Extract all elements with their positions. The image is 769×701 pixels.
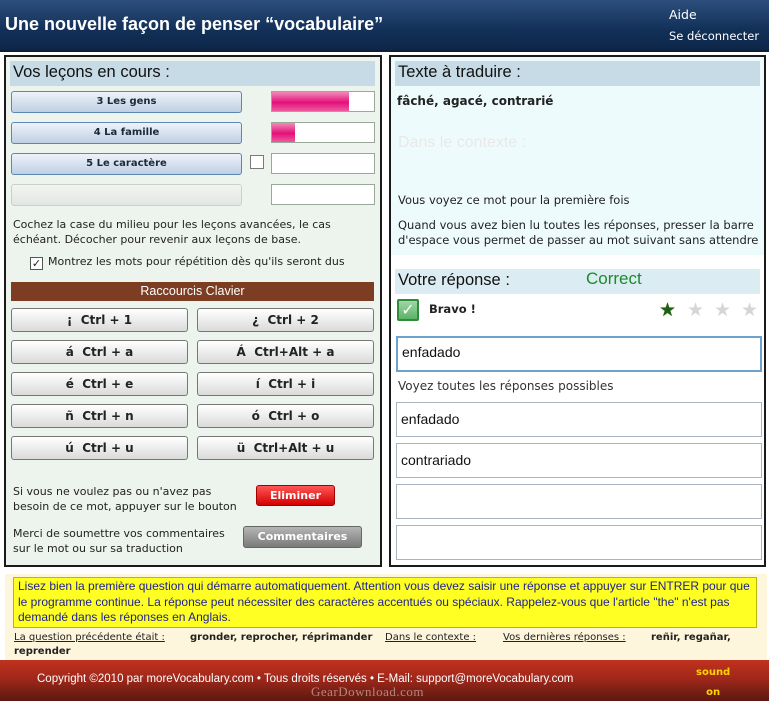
lesson-progress-4 (271, 184, 375, 205)
shortcut-u-diaeresis[interactable]: ü Ctrl+Alt + u (197, 436, 374, 460)
shortcut-i-acute[interactable]: í Ctrl + i (197, 372, 374, 396)
previous-question-value: gronder, reprocher, réprimander (190, 632, 373, 643)
lesson-button-3[interactable]: 5 Le caractère (11, 153, 242, 175)
repeat-option-label: Montrez les mots pour répétition dès qu'… (48, 255, 345, 268)
shortcuts-title: Raccourcis Clavier (11, 282, 374, 301)
shortcut-e-acute[interactable]: é Ctrl + e (11, 372, 188, 396)
recent-answers-value-cont: reprender (14, 646, 71, 657)
instructions-area: Lisez bien la première question qui déma… (5, 574, 767, 660)
see-all-answers-link[interactable]: Voyez toutes les réponses possibles (398, 379, 614, 393)
spacebar-instruction: Quand vous avez bien lu toutes les répon… (398, 218, 759, 247)
star-empty-icon[interactable]: ★ (741, 299, 758, 321)
progress-fill (272, 92, 349, 111)
lessons-panel: Vos leçons en cours : 3 Les gens 4 La fa… (4, 55, 382, 567)
feedback-text: Bravo ! (429, 302, 476, 316)
first-time-notice: Vous voyez ce mot pour la première fois (398, 193, 630, 207)
lessons-heading: Vos leçons en cours : (10, 61, 375, 86)
shortcut-inverted-exclamation[interactable]: ¡ Ctrl + 1 (11, 308, 188, 332)
word-to-translate: fâché, agacé, contrarié (397, 94, 554, 108)
star-empty-icon[interactable]: ★ (714, 299, 731, 321)
previous-question-label: La question précédente était : (14, 632, 165, 643)
footer: Copyright ©2010 par moreVocabulary.com •… (0, 660, 769, 701)
shortcut-u-acute[interactable]: ú Ctrl + u (11, 436, 188, 460)
eliminate-button[interactable]: Eliminer (256, 485, 335, 506)
star-filled-icon[interactable]: ★ (659, 299, 676, 321)
eliminate-hint: Si vous ne voulez pas ou n'avez pas beso… (13, 485, 237, 513)
answer-heading: Votre réponse : (395, 269, 760, 294)
shortcut-n-tilde[interactable]: ñ Ctrl + n (11, 404, 188, 428)
checkmark-icon[interactable]: ✓ (30, 257, 43, 270)
lesson-button-4[interactable] (11, 184, 242, 206)
sound-toggle[interactable]: sound on (696, 663, 730, 701)
app-header: Une nouvelle façon de penser “vocabulair… (0, 0, 769, 52)
question-panel: Texte à traduire : fâché, agacé, contrar… (389, 55, 766, 567)
shortcut-a-acute[interactable]: á Ctrl + a (11, 340, 188, 364)
lesson-button-1[interactable]: 3 Les gens (11, 91, 242, 113)
copyright-text: Copyright ©2010 par moreVocabulary.com •… (37, 673, 574, 685)
lesson-progress-3 (271, 153, 375, 174)
logout-link[interactable]: Se déconnecter (669, 29, 759, 43)
progress-fill (272, 123, 296, 142)
context-label: Dans le contexte : (398, 134, 527, 151)
sound-state: on (706, 687, 721, 698)
checkmark-icon: ✓ (397, 299, 419, 321)
advanced-lesson-checkbox[interactable] (250, 155, 264, 169)
instructions-text: Lisez bien la première question qui déma… (13, 577, 757, 628)
lessons-hint: Cochez la case du milieu pour les leçons… (13, 218, 331, 246)
comment-hint: Merci de soumettre vos commentaires sur … (13, 527, 225, 555)
previous-context-label: Dans le contexte : (385, 632, 477, 643)
repeat-option[interactable]: ✓ Montrez les mots pour répétition dès qu… (30, 255, 345, 270)
possible-answer (396, 484, 762, 519)
answer-status: Correct (586, 269, 642, 288)
comments-button[interactable]: Commentaires (243, 526, 362, 548)
possible-answer: contrariado (396, 443, 762, 478)
shortcut-o-acute[interactable]: ó Ctrl + o (197, 404, 374, 428)
answer-input[interactable]: enfadado (396, 336, 762, 372)
translate-heading: Texte à traduire : (395, 61, 760, 86)
shortcut-capital-a-acute[interactable]: Á Ctrl+Alt + a (197, 340, 374, 364)
recent-answers-label: Vos dernières réponses : (503, 632, 626, 643)
help-link[interactable]: Aide (669, 7, 697, 22)
lesson-progress-2 (271, 122, 375, 143)
shortcut-inverted-question[interactable]: ¿ Ctrl + 2 (197, 308, 374, 332)
lesson-button-2[interactable]: 4 La famille (11, 122, 242, 144)
possible-answer (396, 525, 762, 560)
recent-answers-value: reñir, regañar, (651, 632, 731, 643)
lesson-progress-1 (271, 91, 375, 112)
app-title: Une nouvelle façon de penser “vocabulair… (5, 14, 384, 34)
possible-answer: enfadado (396, 402, 762, 437)
sound-label: sound (696, 667, 731, 678)
watermark: GearDownload.com (311, 684, 425, 699)
star-empty-icon[interactable]: ★ (687, 299, 704, 321)
